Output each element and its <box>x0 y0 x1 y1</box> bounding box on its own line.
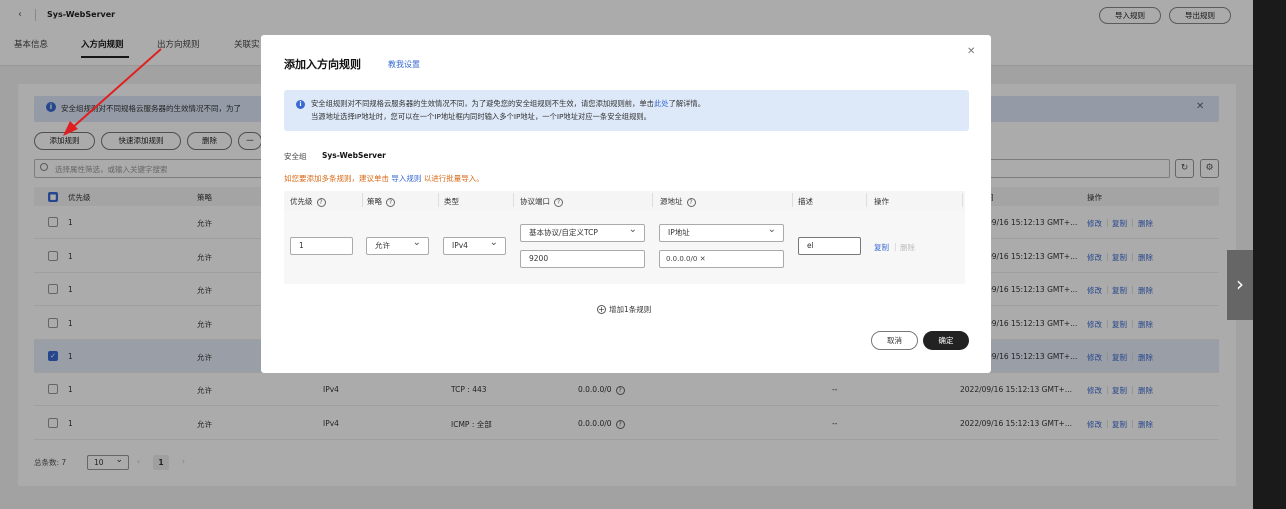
help-icon: ? <box>316 197 326 207</box>
dialog-header-port: 协议端口? <box>520 196 563 207</box>
column-divider <box>962 193 963 207</box>
dialog-alert <box>284 90 969 131</box>
source-ip-input[interactable]: 0.0.0.0/0 ✕ <box>659 250 784 268</box>
column-divider <box>866 193 867 207</box>
help-icon: ? <box>554 197 563 207</box>
help-icon: ? <box>686 197 696 207</box>
priority-input[interactable]: 1 <box>290 237 353 255</box>
confirm-button[interactable]: 确定 <box>923 331 969 350</box>
type-select[interactable]: IPv4 <box>443 235 506 255</box>
security-group-name: Sys-WebServer <box>322 151 386 160</box>
row-divider: | <box>894 242 897 251</box>
dialog-header-desc: 描述 <box>798 197 813 206</box>
dialog-header-type: 类型 <box>444 197 459 206</box>
cancel-button[interactable]: 取消 <box>871 331 918 350</box>
info-icon: i <box>296 100 305 109</box>
column-divider <box>792 193 793 207</box>
column-divider <box>513 193 514 207</box>
dialog-title: 添加入方向规则 <box>284 58 361 71</box>
plus-icon: + <box>597 305 606 314</box>
ip-tag: 0.0.0.0/0 <box>666 255 698 263</box>
dialog-alert-line2: 当源地址选择IP地址时，您可以在一个IP地址框内同时输入多个IP地址，一个IP地… <box>311 112 651 121</box>
close-icon[interactable]: ✕ <box>967 46 975 57</box>
source-type-select[interactable]: IP地址 <box>659 222 784 242</box>
dialog-header-priority: 优先级? <box>290 196 326 207</box>
port-input[interactable]: 9200 <box>520 250 645 268</box>
remove-tag-icon[interactable]: ✕ <box>700 251 706 267</box>
description-input[interactable]: el <box>798 237 861 255</box>
column-divider <box>438 193 439 207</box>
security-group-label: 安全组 <box>284 152 307 161</box>
details-link[interactable]: 此处 <box>654 99 669 108</box>
column-divider <box>362 193 363 207</box>
help-icon: ? <box>386 197 395 207</box>
help-link[interactable]: 教我设置 <box>388 59 420 70</box>
dialog-header-ops: 操作 <box>874 197 889 206</box>
dialog-alert-line1: 安全组规则对不同规格云服务器的生效情况不同，为了避免您的安全组规则不生效，请您添… <box>311 99 706 108</box>
delete-link-disabled: 删除 <box>900 243 915 252</box>
add-rule-row-button[interactable]: + 增加1条规则 <box>597 304 651 315</box>
import-tip: 如您要添加多条规则，建议单击 导入规则 以进行批量导入。 <box>284 174 484 183</box>
dialog-header-source: 源地址? <box>660 196 696 207</box>
dialog-header-policy: 策略? <box>367 196 395 207</box>
import-rules-link[interactable]: 导入规则 <box>391 174 421 183</box>
copy-link[interactable]: 复制 <box>874 242 889 253</box>
policy-select[interactable]: 允许 <box>366 235 429 255</box>
protocol-select[interactable]: 基本协议/自定义TCP <box>520 222 645 242</box>
column-divider <box>652 193 653 207</box>
chevron-right-icon[interactable]: › <box>1227 250 1253 320</box>
